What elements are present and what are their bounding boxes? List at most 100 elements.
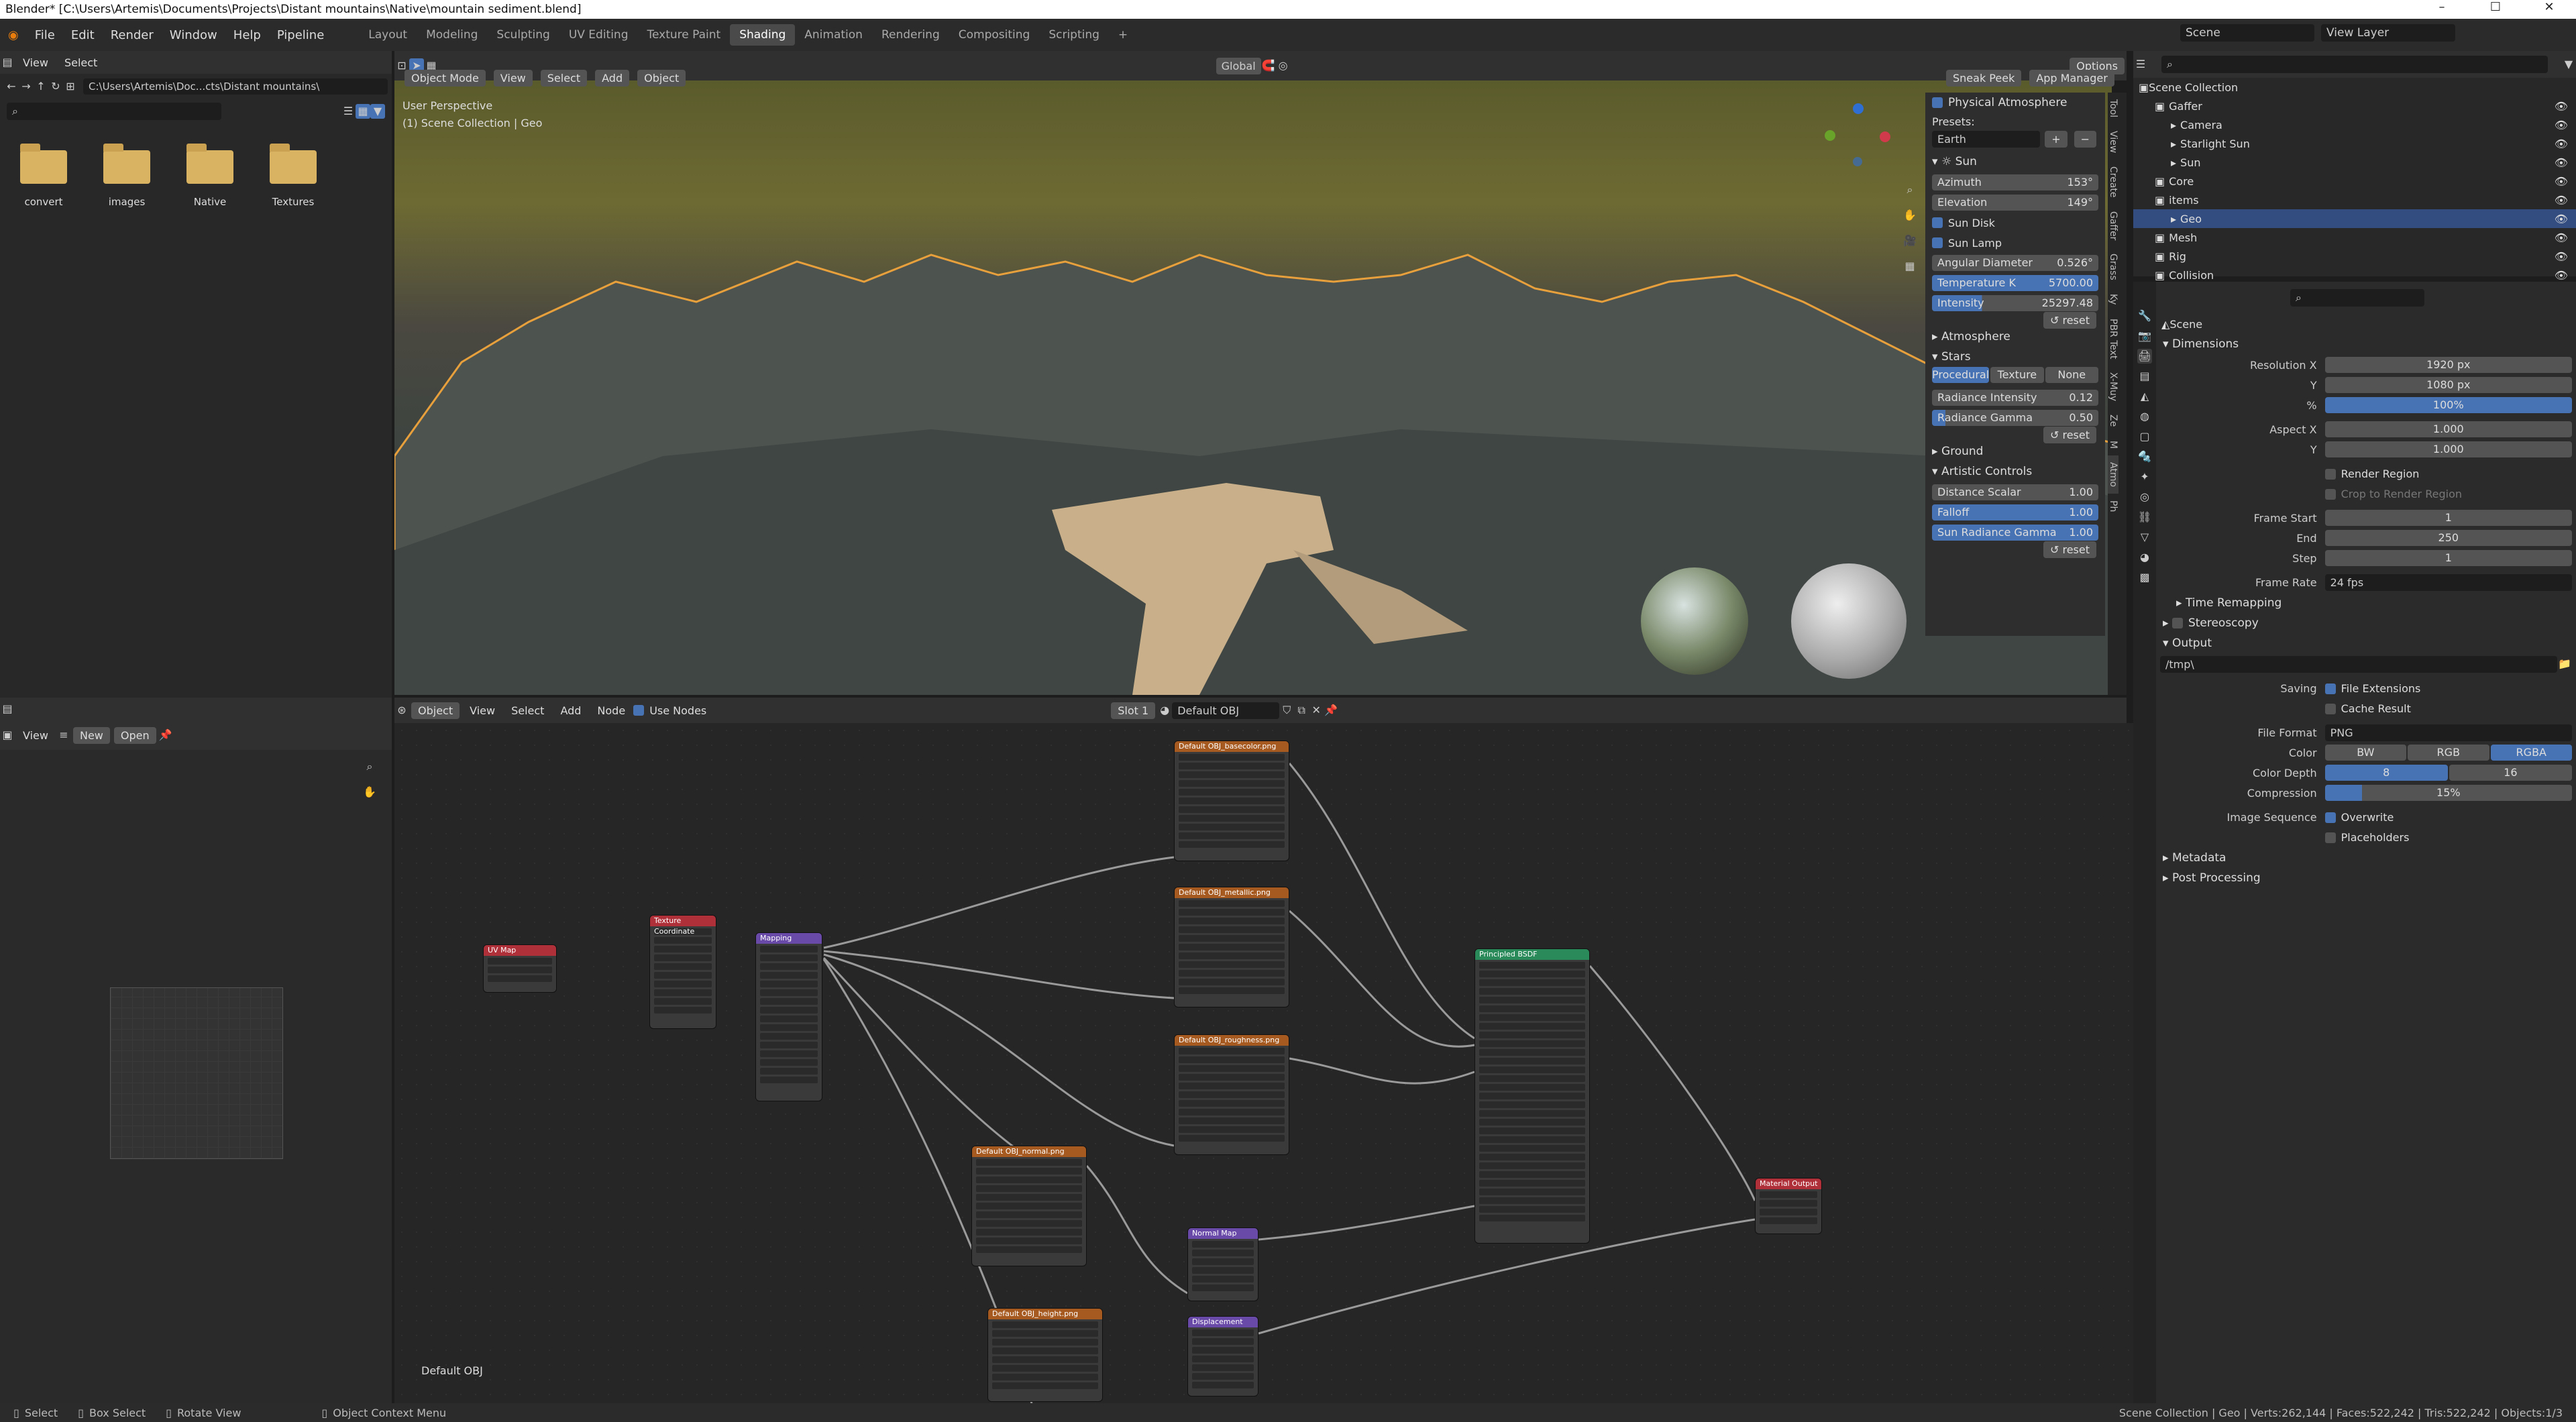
list-view-icon[interactable]: ☰ (341, 104, 356, 119)
color-bw-button[interactable]: BW (2324, 745, 2407, 761)
sun-radiance-gamma-field[interactable]: Sun Radiance Gamma 1.00 (1932, 525, 2098, 541)
folder-item[interactable]: images (102, 144, 152, 208)
sidebar-tab-create[interactable]: Create (2108, 160, 2118, 205)
shader-node[interactable]: Mapping (755, 932, 822, 1101)
ie-open-button[interactable]: Open (113, 726, 156, 744)
sidebar-tab-grass[interactable]: Grass (2108, 247, 2118, 287)
color-rgba-button[interactable]: RGBA (2490, 745, 2572, 761)
node-editor-canvas[interactable]: UV Map Texture Coordinate Mapping Default O… (394, 723, 2155, 1403)
visibility-eye-icon[interactable]: 👁 (2555, 156, 2568, 169)
menu-render[interactable]: Render (103, 28, 162, 42)
shader-node[interactable]: Default OBJ_basecolor.png (1174, 741, 1289, 861)
sidebar-tab-ze[interactable]: Ze (2108, 408, 2118, 433)
sun-disk-checkbox[interactable] (1932, 217, 1943, 228)
atmo-enable-checkbox[interactable] (1932, 97, 1943, 108)
shader-node[interactable]: Default OBJ_height.png (987, 1308, 1103, 1402)
falloff-field[interactable]: Falloff 1.00 (1932, 504, 2098, 521)
menu-help[interactable]: Help (225, 28, 269, 42)
ground-section[interactable]: Ground (1941, 445, 1984, 458)
elevation-field[interactable]: Elevation 149° (1932, 195, 2098, 211)
visibility-eye-icon[interactable]: 👁 (2555, 138, 2568, 150)
modifier-tab-icon[interactable]: 🔩 (2137, 449, 2152, 464)
outliner-item[interactable]: ▣ Mesh 👁 (2133, 228, 2576, 247)
transform-orientation[interactable]: Global (1216, 57, 1261, 74)
shader-type-dropdown[interactable]: Object (411, 702, 460, 719)
visibility-eye-icon[interactable]: 👁 (2555, 100, 2568, 113)
shader-node[interactable]: Normal Map (1187, 1227, 1258, 1301)
physics-tab-icon[interactable]: ◎ (2137, 490, 2152, 504)
tab-texture-paint[interactable]: Texture Paint (638, 24, 731, 46)
filter-icon[interactable]: ▼ (2561, 57, 2576, 72)
ne-node-menu[interactable]: Node (589, 704, 633, 717)
duplicate-icon[interactable]: ⧉ (1294, 703, 1309, 718)
texture-tab-icon[interactable]: ▩ (2137, 570, 2152, 585)
dimensions-panel[interactable]: Dimensions (2172, 337, 2239, 351)
remove-preset-icon[interactable]: − (2074, 131, 2096, 148)
preset-dropdown[interactable]: Earth (1932, 131, 2041, 148)
azimuth-field[interactable]: Azimuth 153° (1932, 174, 2098, 190)
outliner-item[interactable]: ▣ items 👁 (2133, 190, 2576, 209)
artistic-controls-section[interactable]: Artistic Controls (1941, 465, 2032, 478)
ie-view-menu[interactable]: View (15, 729, 56, 742)
sidebar-tab-m[interactable]: M (2108, 434, 2118, 455)
depth-16-button[interactable]: 16 (2449, 765, 2572, 781)
post-processing-panel[interactable]: Post Processing (2172, 871, 2261, 885)
sidebar-tab-ph[interactable]: Ph (2108, 494, 2118, 518)
ne-view-menu[interactable]: View (462, 704, 503, 717)
slot-dropdown[interactable]: Slot 1 (1111, 702, 1156, 719)
temperature-field[interactable]: Temperature K 5700.00 (1932, 275, 2098, 291)
parent-dir-icon[interactable]: ↑ (34, 79, 48, 94)
file-extensions-checkbox[interactable] (2324, 683, 2336, 694)
tab-layout[interactable]: Layout (359, 24, 417, 46)
sidebar-tab-pbr[interactable]: PBR Text (2108, 312, 2118, 366)
shader-node[interactable]: Displacement (1187, 1316, 1258, 1397)
shader-node[interactable]: Default OBJ_normal.png (971, 1146, 1087, 1266)
visibility-eye-icon[interactable]: 👁 (2555, 194, 2568, 207)
outliner-item[interactable]: ▣ Gaffer 👁 (2133, 97, 2576, 115)
atmosphere-section[interactable]: Atmosphere (1941, 330, 2010, 343)
sidebar-tab-atmo[interactable]: Atmo (2108, 455, 2118, 494)
editor-type-icon[interactable]: ⊛ (394, 703, 409, 718)
output-panel[interactable]: Output (2172, 637, 2212, 650)
shader-node[interactable]: Default OBJ_roughness.png (1174, 1034, 1289, 1155)
visibility-eye-icon[interactable]: 👁 (2555, 250, 2568, 263)
fake-user-icon[interactable]: ⛉ (1279, 703, 1294, 718)
viewport-3d[interactable]: User Perspective (1) Scene Collection | … (394, 80, 2112, 695)
particles-tab-icon[interactable]: ✦ (2137, 470, 2152, 484)
material-tab-icon[interactable]: ◕ (2137, 550, 2152, 565)
outliner-root[interactable]: ▣ Scene Collection (2133, 78, 2576, 97)
shader-node[interactable]: UV Map (483, 944, 557, 993)
editor-type-icon[interactable]: ☰ (2133, 57, 2148, 72)
sidebar-tab-xmuy[interactable]: X-Muy (2108, 366, 2118, 408)
render-tab-icon[interactable]: 📷 (2137, 329, 2152, 343)
grid-icon[interactable]: ▦ (1902, 259, 1917, 274)
star-mode-procedural[interactable]: Procedural (1932, 367, 1990, 383)
tab-scripting[interactable]: Scripting (1039, 24, 1109, 46)
menu-edit[interactable]: Edit (63, 28, 103, 42)
file-format-dropdown[interactable]: PNG (2324, 724, 2572, 741)
aspect-y-field[interactable]: 1.000 (2324, 441, 2572, 457)
compression-slider[interactable]: 15% (2324, 785, 2572, 801)
res-percent-field[interactable]: 100% (2324, 397, 2572, 413)
folder-item[interactable]: convert (19, 144, 68, 208)
fb-search-input[interactable]: ⌕ (7, 103, 221, 120)
zoom-icon[interactable]: ⌕ (362, 759, 377, 774)
editor-type-icon[interactable]: ▤ (0, 702, 15, 716)
radiance-gamma-field[interactable]: Radiance Gamma 0.50 (1932, 410, 2098, 426)
maximize-icon[interactable]: ☐ (2469, 0, 2522, 19)
shader-node[interactable]: Material Output (1755, 1178, 1822, 1234)
time-remapping-panel[interactable]: Time Remapping (2186, 596, 2282, 610)
sidebar-tab-tool[interactable]: Tool (2108, 93, 2118, 124)
shader-node[interactable]: Default OBJ_metallic.png (1174, 887, 1289, 1007)
outliner-search-input[interactable]: ⌕ (2161, 56, 2548, 73)
frame-step-field[interactable]: 1 (2324, 550, 2572, 566)
outliner-item[interactable]: ▣ Rig 👁 (2133, 247, 2576, 266)
add-workspace-icon[interactable]: + (1109, 24, 1137, 46)
proportional-icon[interactable]: ◎ (1276, 58, 1291, 73)
shader-node[interactable]: Principled BSDF (1474, 948, 1590, 1244)
outliner-item[interactable]: ▸ Starlight Sun 👁 (2133, 134, 2576, 153)
tab-sculpting[interactable]: Sculpting (487, 24, 559, 46)
object-mode-dropdown[interactable]: Object Mode (405, 70, 486, 87)
filter-icon[interactable]: ▼ (370, 104, 385, 119)
scene-tab-icon[interactable]: ◭ (2137, 389, 2152, 404)
